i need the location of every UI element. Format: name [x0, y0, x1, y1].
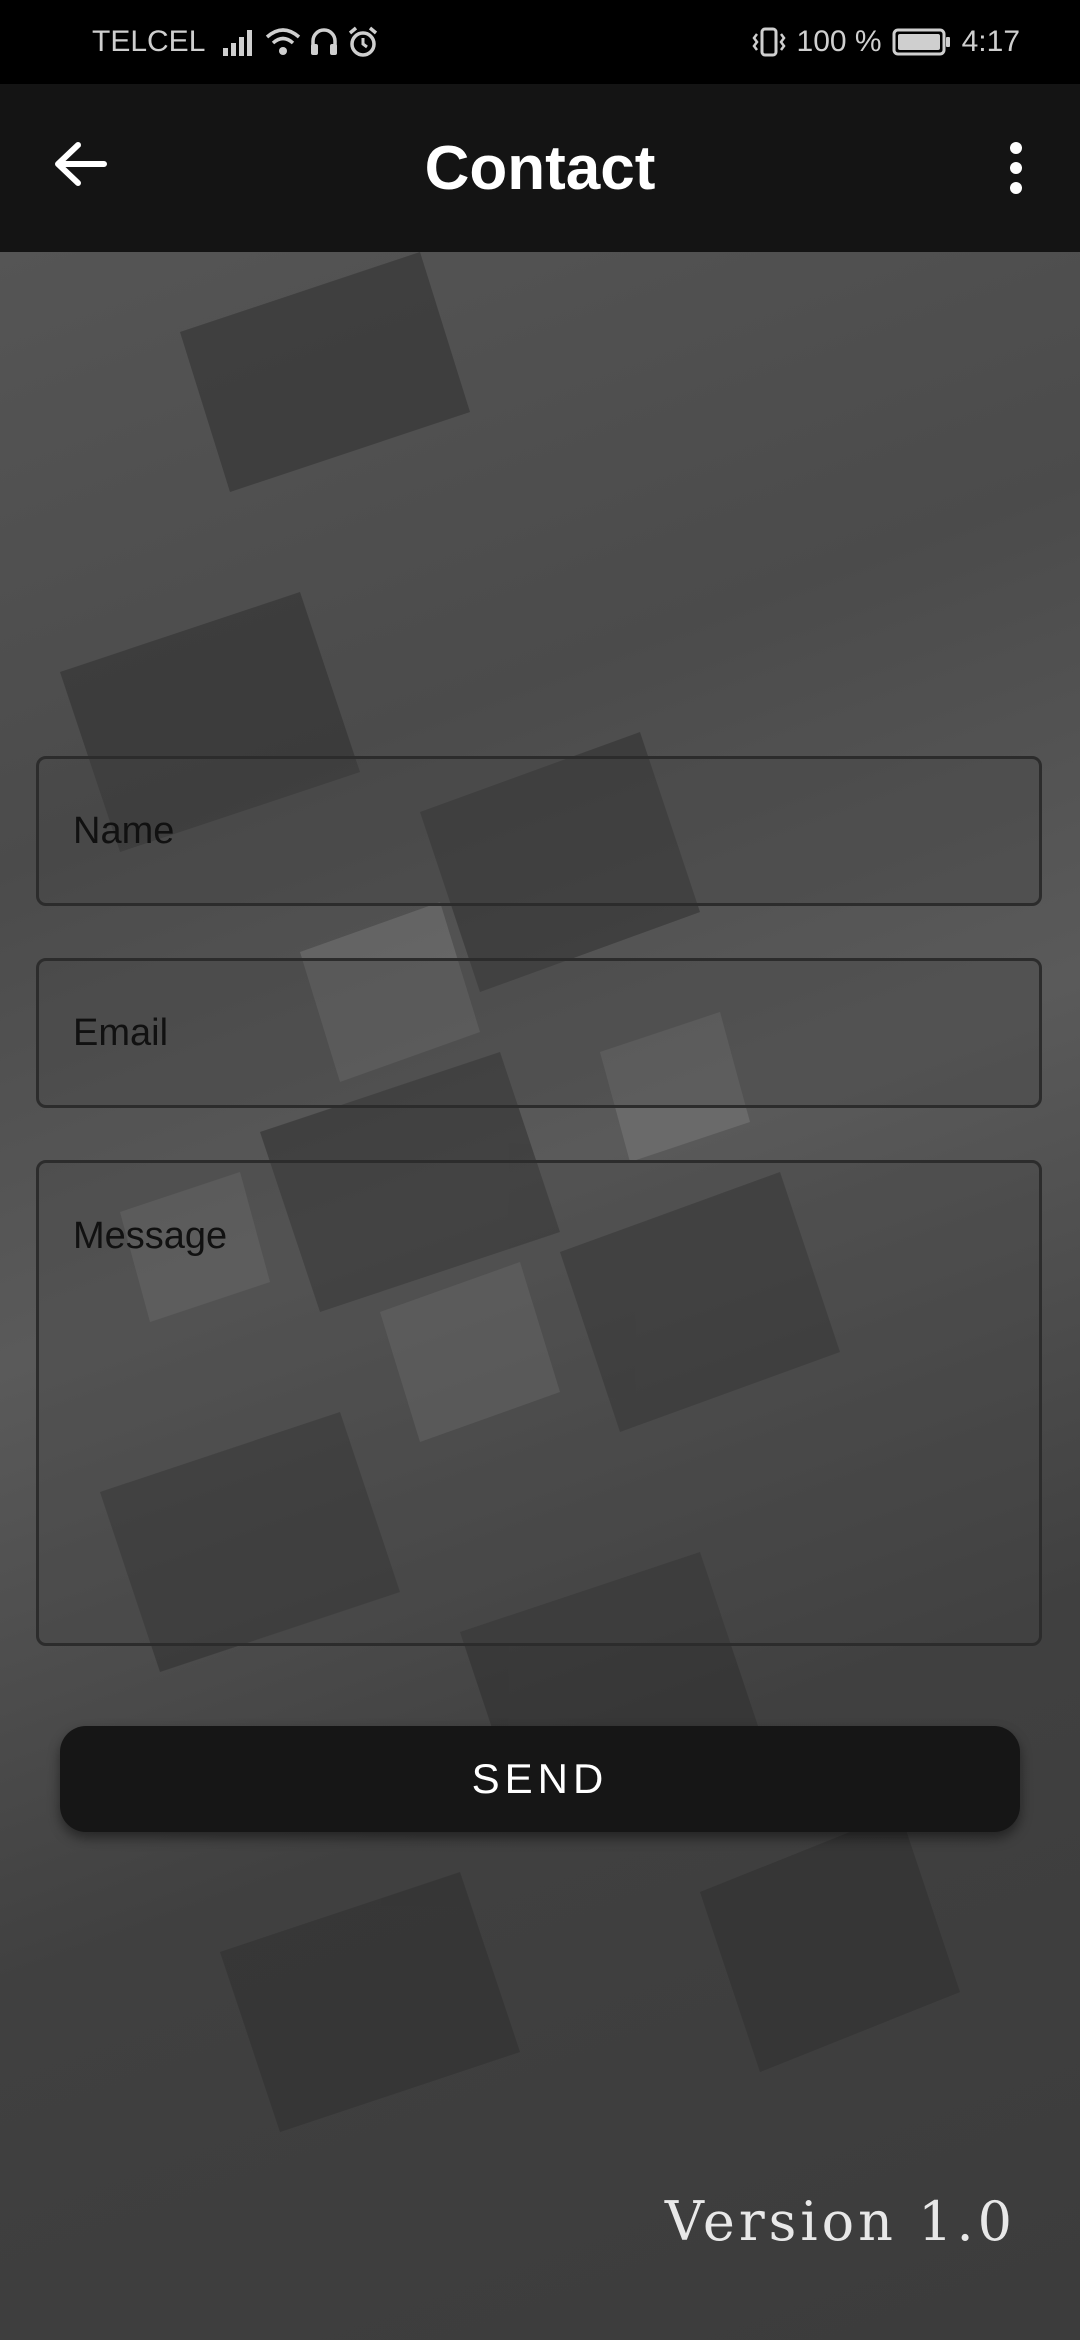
wifi-icon	[265, 27, 301, 57]
status-bar: TELCEL 100 % 4:17	[0, 0, 1080, 84]
email-field[interactable]	[36, 958, 1042, 1108]
headset-icon	[309, 27, 339, 57]
alarm-icon	[347, 26, 379, 58]
send-button[interactable]: SEND	[60, 1726, 1020, 1832]
clock: 4:17	[961, 25, 1020, 58]
version-label: Version 1.0	[664, 2190, 1016, 2253]
more-vert-icon[interactable]	[992, 140, 1040, 196]
carrier-label: TELCEL	[92, 25, 206, 58]
name-field[interactable]	[36, 756, 1042, 906]
app-bar: Contact	[0, 84, 1080, 252]
signal-icon	[223, 28, 257, 56]
page-title: Contact	[424, 133, 656, 203]
message-field[interactable]	[36, 1160, 1042, 1646]
vibrate-icon	[751, 26, 787, 58]
back-arrow-icon[interactable]	[52, 140, 116, 196]
battery-percent: 100 %	[796, 25, 882, 58]
battery-icon	[892, 27, 952, 57]
